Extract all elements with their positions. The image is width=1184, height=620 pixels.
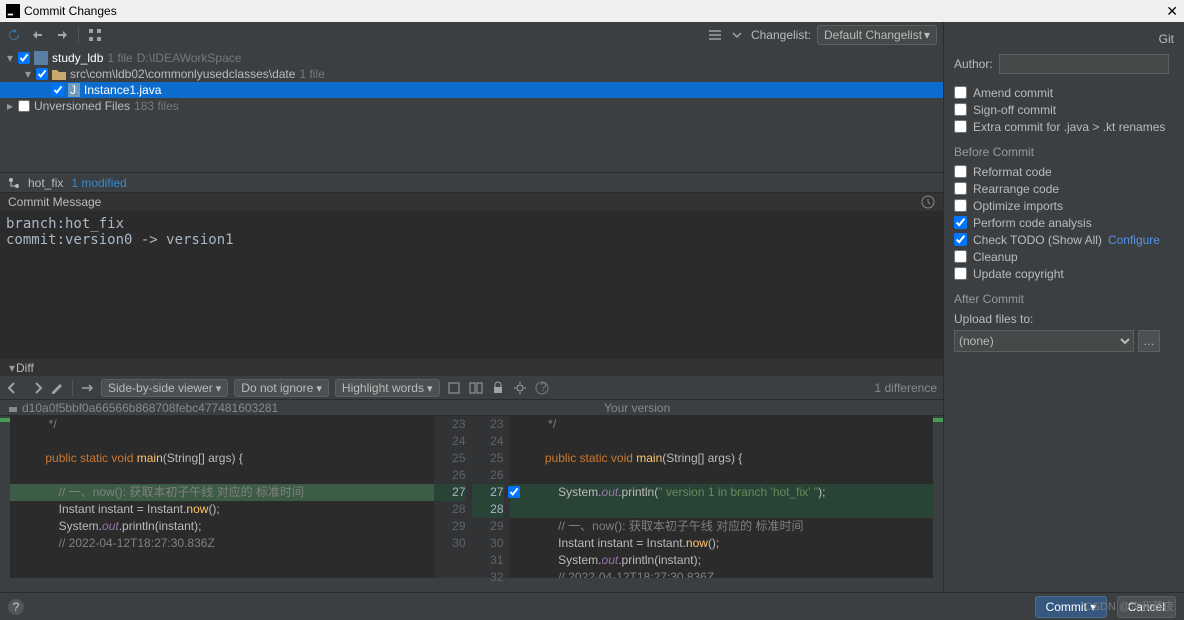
edit-icon[interactable]	[50, 380, 66, 396]
commit-button[interactable]: Commit ▾	[1035, 596, 1108, 618]
next-diff-icon[interactable]	[28, 380, 44, 396]
chevron-down-icon[interactable]: ▾	[6, 51, 14, 65]
diff-header[interactable]: ▾ Diff	[0, 358, 943, 376]
left-marker	[0, 416, 10, 578]
upload-select[interactable]: (none)	[954, 330, 1134, 352]
amend-checkbox[interactable]	[954, 86, 967, 99]
group-icon[interactable]	[87, 27, 103, 43]
chevron-right-icon[interactable]: ▸	[6, 99, 14, 113]
dialog-footer: ? Commit ▾ Cancel	[0, 592, 1184, 620]
right-pane[interactable]: */ public static void main(String[] args…	[510, 416, 934, 578]
commit-message-header: Commit Message	[0, 192, 943, 212]
analysis-checkbox[interactable]	[954, 216, 967, 229]
upload-label: Upload files to:	[954, 312, 1033, 326]
right-marker	[933, 416, 943, 578]
undo-icon[interactable]	[30, 27, 46, 43]
configure-link[interactable]: Configure	[1108, 233, 1160, 247]
diff-count: 1 difference	[875, 381, 938, 395]
refresh-icon[interactable]	[6, 27, 22, 43]
before-commit-label: Before Commit	[954, 145, 1174, 159]
tree-unversioned[interactable]: ▸ Unversioned Files 183 files	[0, 98, 943, 114]
window-title: Commit Changes	[24, 4, 117, 18]
rearrange-checkbox[interactable]	[954, 182, 967, 195]
viewer-mode-select[interactable]: Side-by-side viewer ▾	[101, 379, 228, 397]
changelist-select[interactable]: Default Changelist▾	[817, 25, 937, 45]
jump-icon[interactable]	[79, 380, 95, 396]
gear-icon[interactable]	[512, 380, 528, 396]
folder-icon	[52, 68, 66, 80]
tree-unv-checkbox[interactable]	[18, 100, 30, 112]
signoff-checkbox[interactable]	[954, 103, 967, 116]
history-icon[interactable]	[921, 195, 935, 209]
extra-commit-checkbox[interactable]	[954, 120, 967, 133]
collapse-icon[interactable]	[446, 380, 462, 396]
close-icon[interactable]: ✕	[1166, 3, 1178, 20]
author-label: Author:	[954, 57, 993, 71]
upload-more-button[interactable]: …	[1138, 330, 1160, 352]
highlight-mode-select[interactable]: Highlight words ▾	[335, 379, 440, 397]
left-pane[interactable]: */ public static void main(String[] args…	[10, 416, 434, 578]
git-label: Git	[1159, 32, 1174, 46]
tree-pkg-checkbox[interactable]	[36, 68, 48, 80]
tree-root[interactable]: ▾ study_ldb 1 file D:\IDEAWorkSpace	[0, 50, 943, 66]
branch-name: hot_fix	[28, 176, 63, 190]
cancel-button[interactable]: Cancel	[1117, 596, 1176, 618]
java-file-icon: J	[68, 83, 80, 97]
cleanup-checkbox[interactable]	[954, 250, 967, 263]
lock-icon[interactable]	[490, 380, 506, 396]
settings-icon[interactable]	[707, 27, 723, 43]
diff-filepath-bar: d10a0f5bbf0a66566b868708febc477481603281…	[0, 400, 943, 416]
diff-toolbar: Side-by-side viewer ▾ Do not ignore ▾ Hi…	[0, 376, 943, 400]
module-icon	[34, 51, 48, 65]
help-icon[interactable]: ?	[534, 380, 550, 396]
diff-code: */ public static void main(String[] args…	[0, 416, 943, 578]
reformat-checkbox[interactable]	[954, 165, 967, 178]
options-panel: Git Author: Amend commit Sign-off commit…	[944, 22, 1184, 592]
tree-package[interactable]: ▾ src\com\ldb02\commonlyusedclasses\date…	[0, 66, 943, 82]
chevron-down-icon: ▾	[924, 28, 930, 42]
expand-icon[interactable]	[729, 27, 745, 43]
modified-count: 1 modified	[71, 176, 126, 190]
svg-text:?: ?	[540, 380, 547, 394]
prev-diff-icon[interactable]	[6, 380, 22, 396]
sync-scroll-icon[interactable]	[468, 380, 484, 396]
redo-icon[interactable]	[54, 27, 70, 43]
author-input[interactable]	[999, 54, 1169, 74]
svg-text:J: J	[70, 83, 76, 97]
branch-icon	[8, 177, 20, 189]
app-icon	[6, 4, 20, 18]
titlebar: Commit Changes ✕	[0, 0, 1184, 22]
changes-tree: ▾ study_ldb 1 file D:\IDEAWorkSpace ▾ sr…	[0, 48, 943, 116]
tree-file-selected[interactable]: J Instance1.java	[0, 82, 943, 98]
chevron-down-icon[interactable]: ▾	[24, 67, 32, 81]
copyright-checkbox[interactable]	[954, 267, 967, 280]
todo-checkbox[interactable]	[954, 233, 967, 246]
branch-bar: hot_fix 1 modified	[0, 172, 943, 192]
commit-message-input[interactable]: branch:hot_fix commit:version0 -> versio…	[0, 212, 943, 358]
your-version-label: Your version	[604, 401, 670, 415]
after-commit-label: After Commit	[954, 292, 1174, 306]
tree-root-checkbox[interactable]	[18, 52, 30, 64]
ignore-mode-select[interactable]: Do not ignore ▾	[234, 379, 329, 397]
left-gutter: 2324252627282930	[434, 416, 472, 578]
chevron-down-icon[interactable]: ▾	[8, 361, 16, 375]
right-gutter: 23242526272829303132	[472, 416, 510, 578]
lock-icon	[8, 403, 18, 413]
optimize-checkbox[interactable]	[954, 199, 967, 212]
changelist-label: Changelist:	[751, 28, 811, 42]
help-icon[interactable]: ?	[8, 599, 24, 615]
top-toolbar: Changelist: Default Changelist▾	[0, 22, 943, 48]
tree-file-checkbox[interactable]	[52, 84, 64, 96]
